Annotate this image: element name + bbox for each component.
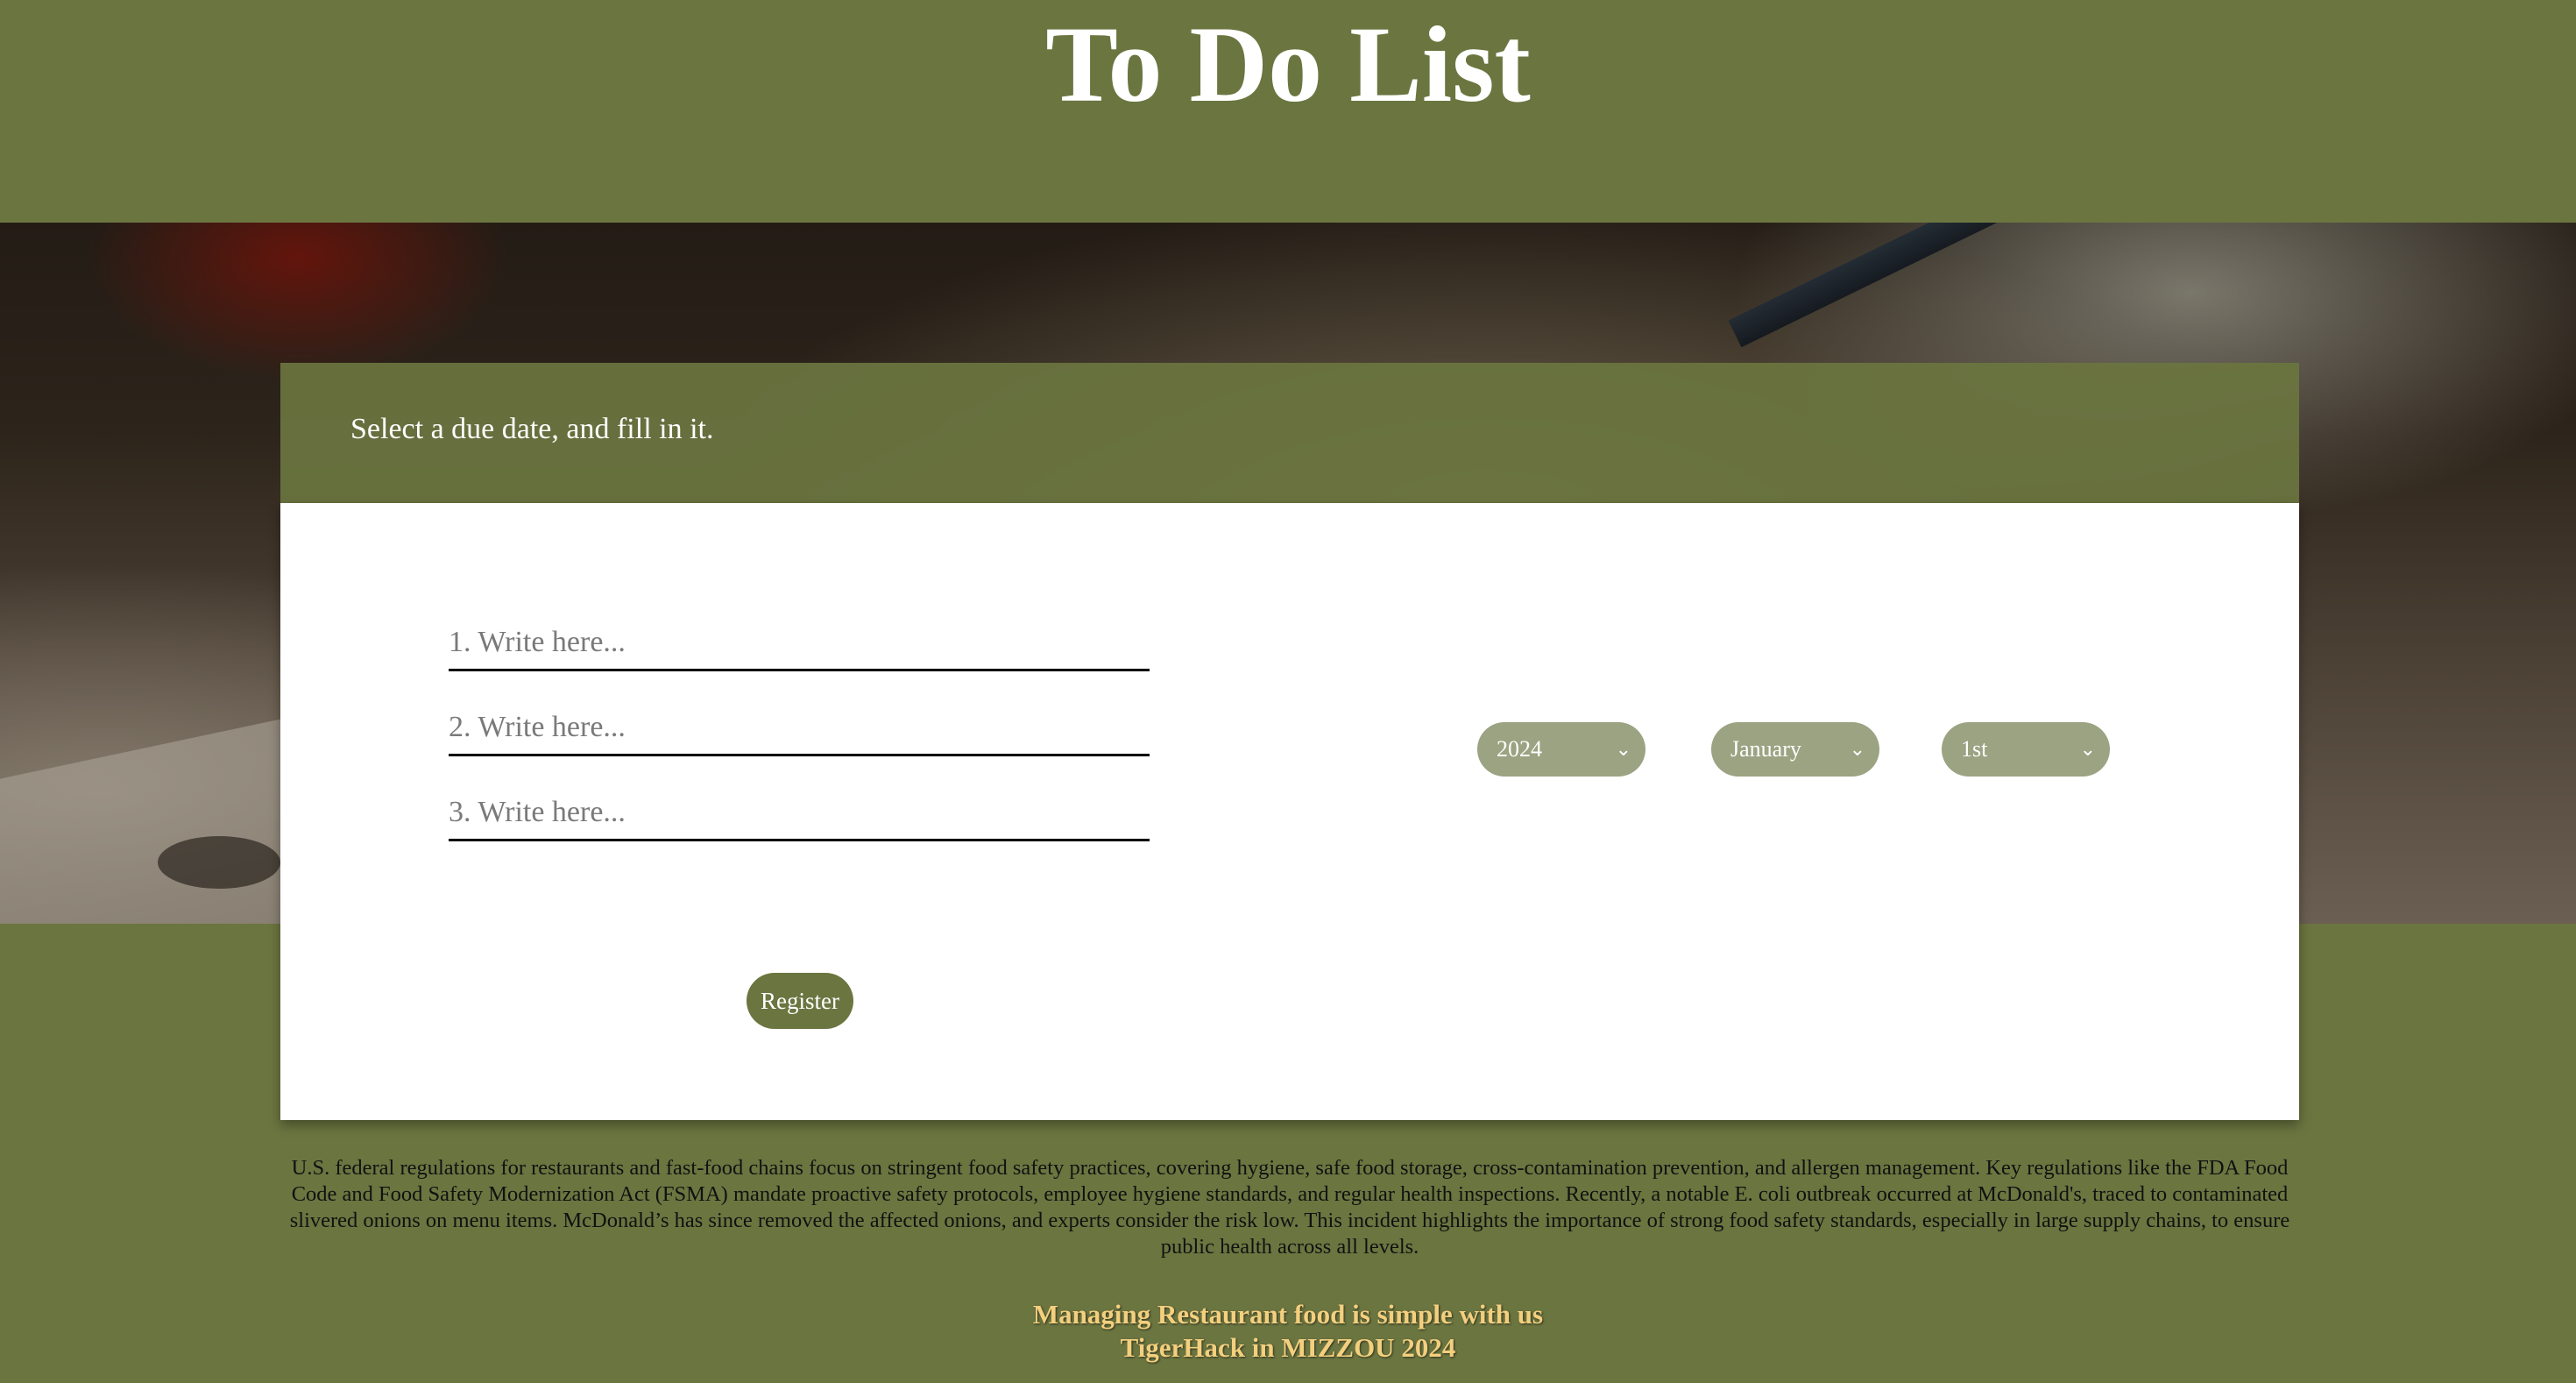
form-card: 2024 ⌄ January ⌄ 1st ⌄ Register bbox=[280, 503, 2299, 1120]
task-input-3[interactable] bbox=[449, 785, 1150, 841]
hero-shadow-shape bbox=[158, 836, 280, 889]
form-card-header: Select a due date, and fill in it. bbox=[280, 363, 2299, 503]
year-select-value: 2024 bbox=[1497, 736, 1542, 762]
chevron-down-icon: ⌄ bbox=[2079, 738, 2096, 760]
form-instruction: Select a due date, and fill in it. bbox=[350, 413, 714, 445]
day-select[interactable]: 1st ⌄ bbox=[1942, 722, 2110, 777]
page-header: To Do List bbox=[0, 0, 2576, 223]
task-input-2[interactable] bbox=[449, 700, 1150, 756]
register-button[interactable]: Register bbox=[747, 973, 853, 1029]
footer-tagline: Managing Restaurant food is simple with … bbox=[1032, 1299, 1544, 1330]
year-select[interactable]: 2024 ⌄ bbox=[1477, 722, 1645, 777]
chevron-down-icon: ⌄ bbox=[1849, 738, 1865, 760]
task-input-1[interactable] bbox=[449, 615, 1150, 671]
month-select-value: January bbox=[1730, 736, 1801, 762]
page-title: To Do List bbox=[1045, 4, 1531, 124]
footer-event-credit: TigerHack in MIZZOU 2024 bbox=[1120, 1332, 1456, 1363]
chevron-down-icon: ⌄ bbox=[1615, 738, 1631, 760]
footer-paragraph: U.S. federal regulations for restaurants… bbox=[289, 1156, 2290, 1259]
hero-pen-shape bbox=[1728, 223, 2576, 348]
day-select-value: 1st bbox=[1961, 736, 1988, 762]
month-select[interactable]: January ⌄ bbox=[1711, 722, 1879, 777]
